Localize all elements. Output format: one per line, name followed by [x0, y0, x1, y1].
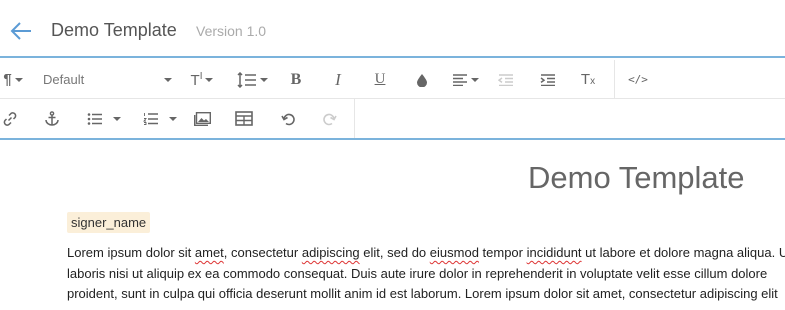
align-button[interactable]: [448, 60, 482, 99]
clear-format-icon: Tx: [580, 71, 596, 88]
toolbar-row-2: [0, 99, 785, 138]
text-color-icon: [417, 73, 427, 87]
paragraph-line: Lorem ipsum dolor sit amet, consectetur …: [67, 245, 785, 260]
version-label: Version 1.0: [196, 23, 267, 39]
paragraph-line: laboris nisi ut aliquip ex ea commodo co…: [67, 265, 768, 281]
page-title: Demo Template: [51, 20, 177, 40]
text-size-button[interactable]: TI: [186, 60, 218, 99]
align-icon: [452, 73, 467, 86]
bold-icon: B: [290, 70, 302, 88]
insert-anchor-button[interactable]: [40, 99, 64, 138]
underline-button[interactable]: U: [368, 60, 392, 99]
clear-format-button[interactable]: Tx: [576, 60, 600, 99]
signer-name-field[interactable]: signer_name: [67, 212, 151, 233]
header: Demo Template Version 1.0: [0, 0, 785, 58]
underline-icon: U: [374, 71, 386, 87]
line-height-icon: [236, 71, 256, 88]
redo-button[interactable]: [318, 99, 342, 138]
image-icon: [193, 111, 211, 126]
editor-toolbar: ¶ Default TI B I U Tx </>: [0, 60, 785, 140]
bold-button[interactable]: B: [284, 60, 308, 99]
italic-button[interactable]: I: [326, 60, 350, 99]
editor-content[interactable]: Demo Template signer_name Lorem ipsum do…: [0, 140, 785, 310]
insert-link-button[interactable]: [0, 99, 20, 138]
numbered-list-button[interactable]: [138, 99, 182, 138]
bullet-list-button[interactable]: [82, 99, 126, 138]
code-view-button[interactable]: </>: [626, 60, 650, 99]
undo-icon: [281, 113, 295, 125]
table-icon: [235, 111, 253, 126]
paragraph-line: proident, sunt in culpa qui officia dese…: [67, 286, 778, 301]
text-size-icon: TI: [190, 70, 203, 89]
paragraph-icon: ¶: [3, 71, 12, 88]
line-height-button[interactable]: [234, 60, 270, 99]
anchor-icon: [45, 111, 59, 126]
document-paragraph: Lorem ipsum dolor sit amet, consectetur …: [67, 243, 785, 305]
italic-icon: I: [335, 69, 341, 89]
link-icon: [3, 111, 17, 126]
insert-image-button[interactable]: [190, 99, 214, 138]
font-family-value: Default: [43, 72, 85, 87]
text-color-button[interactable]: [410, 60, 434, 99]
code-view-icon: </>: [628, 73, 648, 86]
numbered-list-icon: [143, 113, 158, 125]
insert-table-button[interactable]: [232, 99, 256, 138]
back-arrow-icon[interactable]: [9, 18, 35, 44]
font-family-select[interactable]: Default: [43, 60, 176, 99]
redo-icon: [323, 113, 337, 125]
outdent-icon: [498, 73, 513, 86]
bullet-list-icon: [87, 112, 102, 125]
toolbar-row-1: ¶ Default TI B I U Tx </>: [0, 60, 785, 99]
indent-button[interactable]: [536, 60, 560, 99]
undo-button[interactable]: [276, 99, 300, 138]
document-title: Demo Template: [528, 160, 745, 195]
paragraph-format-button[interactable]: ¶: [0, 60, 26, 99]
outdent-button[interactable]: [494, 60, 518, 99]
indent-icon: [540, 73, 555, 86]
